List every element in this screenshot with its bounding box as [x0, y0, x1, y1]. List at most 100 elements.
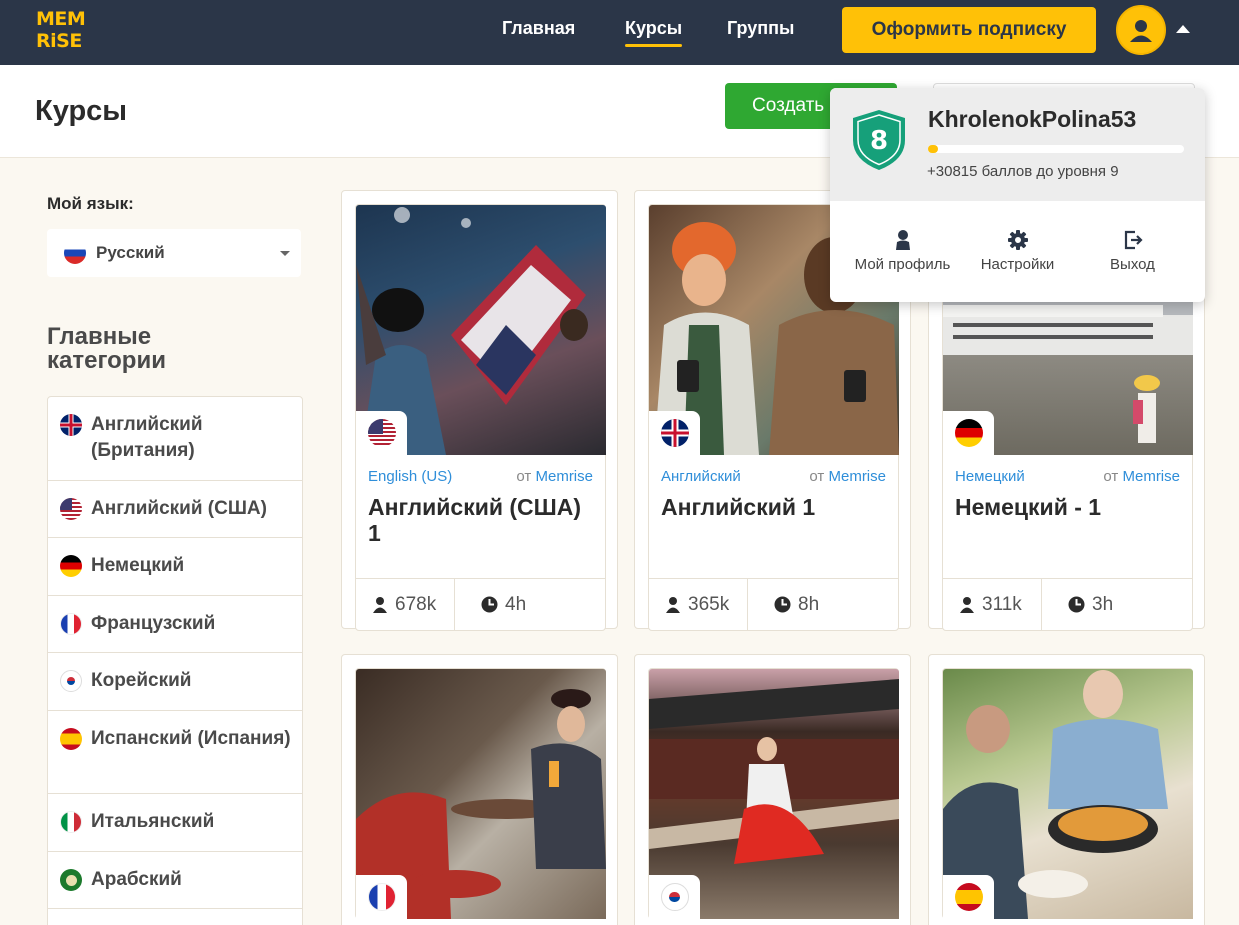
person-icon: [895, 230, 910, 250]
category-label: Английский (Британия): [91, 414, 203, 461]
course-card-body: [648, 668, 899, 919]
caret-up-icon[interactable]: [1176, 25, 1190, 33]
profile-summary: 8 KhrolenokPolina53 +30815 баллов до уро…: [830, 88, 1205, 201]
us-flag-icon: [60, 498, 82, 520]
learners-count: 311k: [982, 593, 1022, 615]
learners-icon: [666, 596, 680, 613]
spain-flag-icon: [60, 728, 82, 750]
logout-icon: [1124, 230, 1143, 250]
course-card[interactable]: [634, 654, 911, 925]
course-stats: 311k 3h: [943, 578, 1192, 630]
by-prefix: от: [809, 468, 825, 485]
course-duration: 3h: [1092, 593, 1114, 615]
category-label: Испанский (Испания): [91, 728, 291, 749]
learners-count: 365k: [688, 593, 730, 615]
learners-icon: [960, 596, 974, 613]
category-spanish[interactable]: Испанский (Испания): [48, 711, 302, 794]
france-flag-icon: [60, 613, 82, 635]
memrise-logo[interactable]: MEM RiSE: [36, 8, 88, 54]
selected-language: Русский: [96, 243, 165, 262]
logo-line-1: MEM: [36, 8, 86, 30]
france-flag-icon: [367, 883, 396, 911]
course-image: [649, 669, 899, 919]
category-german[interactable]: Немецкий: [48, 538, 302, 596]
my-profile-link[interactable]: Мой профиль: [845, 229, 960, 273]
course-card[interactable]: English (US) от Memrise Английский (США)…: [341, 190, 618, 631]
category-label: Немецкий: [91, 555, 185, 576]
category-english-us[interactable]: Английский (США): [48, 481, 302, 538]
flag-badge: [943, 411, 994, 455]
category-more[interactable]: [48, 909, 302, 925]
clock-icon: [481, 596, 498, 613]
course-name[interactable]: Английский (США) 1: [356, 485, 605, 578]
nav-courses[interactable]: Курсы: [625, 18, 683, 47]
course-card[interactable]: [928, 654, 1205, 925]
categories-title: Главные категории: [47, 323, 166, 374]
germany-flag-icon: [954, 419, 983, 447]
germany-flag-icon: [60, 555, 82, 577]
my-profile-label: Мой профиль: [854, 256, 951, 273]
course-author-line: от Memrise: [1103, 468, 1180, 485]
chevron-down-icon: [280, 251, 290, 256]
category-label: Итальянский: [91, 811, 215, 832]
flag-badge: [356, 875, 407, 919]
category-label: Английский (США): [91, 498, 267, 519]
course-author[interactable]: Memrise: [535, 468, 593, 485]
course-category[interactable]: English (US): [368, 468, 452, 485]
course-duration: 4h: [505, 593, 527, 615]
italy-flag-icon: [60, 811, 82, 833]
course-image: [356, 669, 606, 919]
level-number: 8: [870, 126, 888, 156]
settings-link[interactable]: Настройки: [960, 229, 1075, 273]
flag-badge: [943, 875, 994, 919]
course-author[interactable]: Memrise: [828, 468, 886, 485]
course-card[interactable]: [341, 654, 618, 925]
category-label: Арабский: [91, 869, 182, 890]
logout-label: Выход: [1110, 256, 1155, 273]
course-name[interactable]: Немецкий - 1: [943, 485, 1192, 578]
flag-badge: [356, 411, 407, 455]
us-flag-icon: [367, 419, 396, 447]
spain-flag-icon: [954, 883, 983, 911]
clock-icon: [1068, 596, 1085, 613]
logout-link[interactable]: Выход: [1075, 229, 1190, 273]
category-french[interactable]: Французский: [48, 596, 302, 653]
category-korean[interactable]: Корейский: [48, 653, 302, 711]
level-progress-bar: [928, 145, 1184, 153]
nav-home[interactable]: Главная: [502, 18, 575, 39]
category-label: Корейский: [91, 670, 192, 691]
course-category[interactable]: Немецкий: [955, 468, 1025, 485]
category-italian[interactable]: Итальянский: [48, 794, 302, 852]
course-author-line: от Memrise: [809, 468, 886, 485]
avatar[interactable]: [1116, 5, 1166, 55]
logo-line-2: RiSE: [36, 30, 82, 52]
username[interactable]: KhrolenokPolina53: [928, 106, 1136, 133]
level-progress-fill: [928, 145, 938, 153]
subscribe-button[interactable]: Оформить подписку: [842, 7, 1096, 53]
profile-actions: Мой профиль Настройки Выход: [830, 201, 1205, 273]
course-card-body: English (US) от Memrise Английский (США)…: [355, 204, 606, 631]
course-name[interactable]: Английский 1: [649, 485, 898, 578]
category-english-uk[interactable]: Английский (Британия): [48, 397, 302, 481]
nav-groups[interactable]: Группы: [727, 18, 794, 39]
by-prefix: от: [516, 468, 532, 485]
uk-flag-icon: [60, 414, 82, 436]
korea-flag-icon: [60, 670, 82, 692]
course-author[interactable]: Memrise: [1122, 468, 1180, 485]
user-avatar-icon: [1130, 20, 1152, 42]
top-navbar: MEM RiSE Главная Курсы Группы Оформить п…: [0, 0, 1239, 65]
my-language-label: Мой язык:: [47, 194, 134, 213]
course-image: [943, 669, 1193, 919]
course-stats: 678k 4h: [356, 578, 605, 630]
clock-icon: [774, 596, 791, 613]
russia-flag-icon: [64, 242, 86, 264]
by-prefix: от: [1103, 468, 1119, 485]
course-category[interactable]: Английский: [661, 468, 741, 485]
category-list: Английский (Британия) Английский (США) Н…: [47, 396, 303, 925]
category-arabic[interactable]: Арабский: [48, 852, 302, 909]
level-shield-icon: 8: [853, 110, 905, 170]
uk-flag-icon: [660, 419, 689, 447]
course-card-body: [355, 668, 606, 919]
language-select[interactable]: Русский: [47, 229, 301, 277]
page-title: Курсы: [35, 95, 128, 127]
